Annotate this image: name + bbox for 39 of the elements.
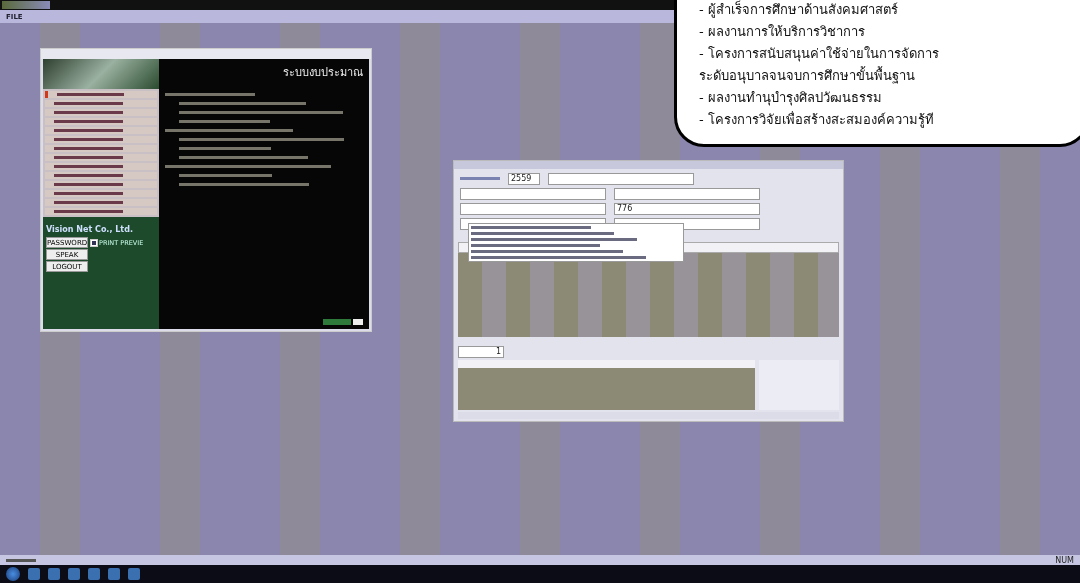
panel-heading: ระบบงบประมาณ	[283, 65, 363, 81]
callout-text: ระดับอนุบาลจนจบการศึกษาขั้นพื้นฐาน	[699, 66, 916, 86]
sidebar-item[interactable]	[45, 136, 157, 143]
callout-text: - โครงการสนับสนุนค่าใช้จ่ายในการจัดการ	[699, 45, 940, 64]
dropdown-field[interactable]	[548, 172, 694, 185]
year-field[interactable]: 2559	[508, 172, 540, 185]
sidebar-item[interactable]	[45, 163, 157, 170]
dropdown-field[interactable]	[460, 187, 606, 200]
footer-field[interactable]	[353, 319, 363, 325]
callout-text: - ผลงานการให้บริการวิชาการ	[699, 23, 866, 41]
sidebar-item[interactable]	[45, 199, 157, 206]
taskbar-app-icon[interactable]	[28, 568, 40, 580]
callout-text: - โครงการวิจัยเพื่อสร้างสะสมองค์ความรู้ที	[699, 110, 935, 130]
status-indicator: NUM	[1055, 555, 1074, 565]
taskbar-app-icon[interactable]	[128, 568, 140, 580]
sidebar-item[interactable]	[45, 208, 157, 215]
sidebar-item[interactable]	[45, 190, 157, 197]
sidebar-item[interactable]	[45, 127, 157, 134]
company-name: Vision Net Co., Ltd.	[45, 224, 134, 236]
start-icon[interactable]	[6, 567, 20, 581]
code-field[interactable]: 776	[614, 202, 760, 215]
app-logo-icon	[2, 1, 50, 9]
sidebar-item[interactable]	[45, 154, 157, 161]
sidebar-item[interactable]	[45, 145, 157, 152]
callout-text: - ผู้สำเร็จการศึกษาด้านสังคมศาสตร์	[699, 0, 899, 20]
callout-text: - ผลงานทำนุบำรุงศิลปวัฒนธรรม	[699, 89, 883, 108]
sidebar-item[interactable]	[45, 91, 157, 98]
sidebar-item[interactable]	[45, 109, 157, 116]
sidebar-item[interactable]	[45, 172, 157, 179]
sidebar-item[interactable]	[45, 181, 157, 188]
record-field[interactable]: 1	[458, 346, 504, 358]
sidebar-item[interactable]	[45, 100, 157, 107]
sidebar-item[interactable]	[45, 118, 157, 125]
taskbar-app-icon[interactable]	[68, 568, 80, 580]
dropdown-field[interactable]	[460, 202, 606, 215]
taskbar-app-icon[interactable]	[88, 568, 100, 580]
taskbar-app-icon[interactable]	[48, 568, 60, 580]
taskbar-app-icon[interactable]	[108, 568, 120, 580]
dropdown-field[interactable]	[614, 187, 760, 200]
